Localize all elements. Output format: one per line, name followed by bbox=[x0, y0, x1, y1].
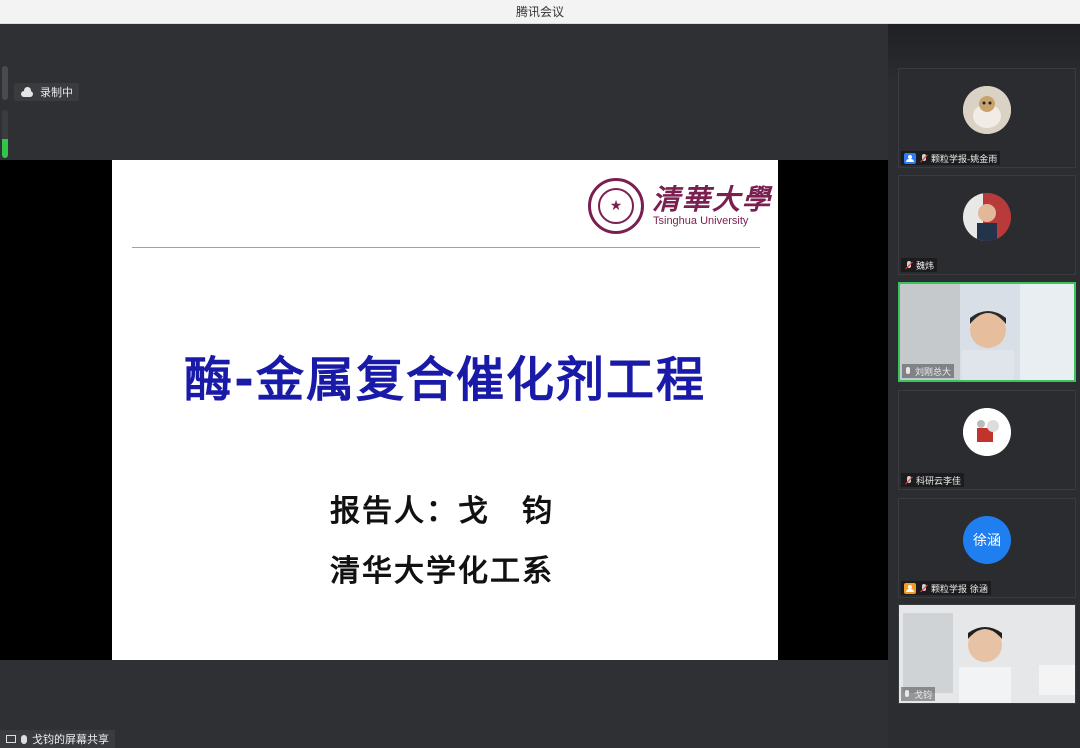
participant-tile[interactable]: 科研云李佳 bbox=[898, 390, 1076, 490]
department-line: 清华大学化工系 bbox=[330, 554, 554, 589]
avatar-initials: 徐涵 bbox=[963, 516, 1011, 564]
participant-sidebar: 颗粒学报-姚金雨 魏炜 刘刚总大 科研云李佳 徐涵 颗粒学报 徐涵 戈钧 bbox=[888, 24, 1080, 748]
cloud-icon bbox=[20, 87, 34, 97]
mic-muted-icon bbox=[904, 475, 913, 485]
participant-namebar: 颗粒学报-姚金雨 bbox=[901, 151, 1001, 165]
avatar bbox=[963, 86, 1011, 134]
shared-screen: ★ 清華大學 Tsinghua University 酶-金属复合催化剂工程 报… bbox=[0, 160, 888, 660]
mic-icon bbox=[905, 366, 912, 376]
participant-tile[interactable]: 魏炜 bbox=[898, 175, 1076, 275]
title-bar: 腾讯会议 bbox=[0, 0, 1080, 24]
recording-indicator[interactable]: 录制中 bbox=[14, 83, 79, 101]
mic-icon bbox=[21, 734, 27, 744]
participant-name: 刘刚总大 bbox=[915, 367, 952, 378]
main-view: 录制中 ★ 清華大學 Tsinghua University 酶-金属复合催化剂… bbox=[0, 24, 888, 748]
mic-icon bbox=[904, 689, 911, 699]
mic-muted-icon bbox=[904, 260, 913, 270]
slide-divider bbox=[132, 247, 760, 248]
university-name-en: Tsinghua University bbox=[653, 215, 749, 227]
host-icon bbox=[904, 152, 916, 164]
reporter-line: 报告人：戈 钧 bbox=[330, 494, 554, 529]
share-label: 戈钧的屏幕共享 bbox=[32, 733, 109, 746]
participant-namebar: 刘刚总大 bbox=[902, 364, 955, 378]
screen-icon bbox=[6, 735, 16, 743]
participant-name: 魏炜 bbox=[916, 261, 935, 272]
participant-name: 颗粒学报-姚金雨 bbox=[931, 154, 998, 165]
mic-muted-icon bbox=[919, 153, 928, 163]
presentation-slide: ★ 清華大學 Tsinghua University 酶-金属复合催化剂工程 报… bbox=[112, 160, 778, 660]
avatar bbox=[963, 408, 1011, 456]
participant-name: 戈钧 bbox=[914, 690, 933, 701]
screen-share-label[interactable]: 戈钧的屏幕共享 bbox=[0, 730, 115, 748]
volume-slider[interactable] bbox=[2, 66, 8, 100]
participant-tile[interactable]: 颗粒学报-姚金雨 bbox=[898, 68, 1076, 168]
window-title: 腾讯会议 bbox=[515, 5, 564, 19]
guest-icon bbox=[904, 582, 916, 594]
participant-namebar: 科研云李佳 bbox=[901, 473, 965, 487]
participant-tile[interactable]: 徐涵 颗粒学报 徐涵 bbox=[898, 498, 1076, 598]
mic-level-fill bbox=[2, 138, 8, 158]
slide-title: 酶-金属复合催化剂工程 bbox=[184, 352, 706, 408]
mic-level-meter bbox=[2, 110, 8, 158]
participant-tile-active[interactable]: 刘刚总大 bbox=[898, 282, 1076, 382]
participant-tile[interactable]: 戈钧 bbox=[898, 604, 1076, 704]
meeting-window: 腾讯会议 录制中 ★ 清華大學 Tsinghua University 酶-金属… bbox=[0, 0, 1080, 748]
participant-namebar: 戈钧 bbox=[901, 687, 936, 701]
participant-name: 科研云李佳 bbox=[916, 476, 962, 487]
recording-label: 录制中 bbox=[40, 86, 73, 99]
participant-namebar: 魏炜 bbox=[901, 258, 938, 272]
mic-muted-icon bbox=[919, 583, 928, 593]
tsinghua-seal-logo: ★ bbox=[588, 178, 644, 234]
avatar bbox=[963, 193, 1011, 241]
university-name-cn: 清華大學 bbox=[652, 183, 773, 216]
participant-name: 颗粒学报 徐涵 bbox=[931, 584, 988, 595]
participant-namebar: 颗粒学报 徐涵 bbox=[901, 581, 991, 595]
